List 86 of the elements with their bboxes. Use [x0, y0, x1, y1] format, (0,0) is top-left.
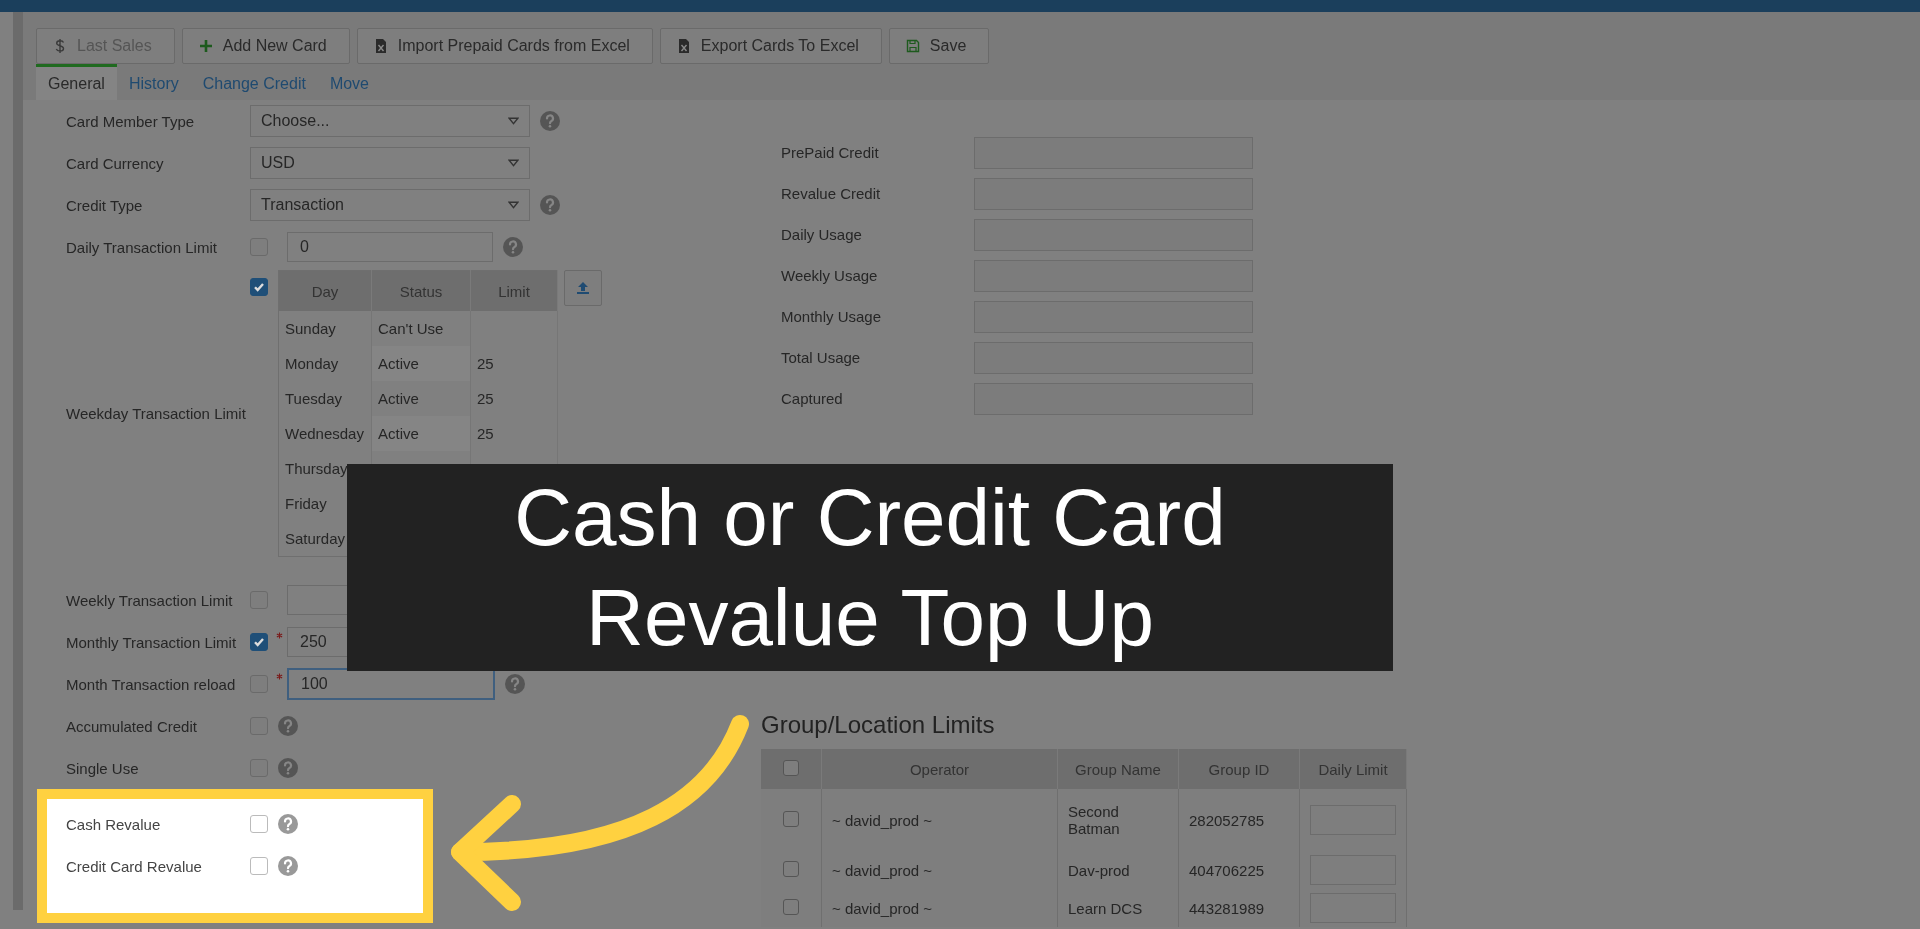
upload-button[interactable] [564, 270, 602, 306]
checkbox[interactable] [250, 278, 268, 296]
column-header: Operator [821, 749, 1058, 789]
checkbox[interactable] [250, 815, 268, 833]
field-label: Daily Transaction Limit [66, 238, 218, 256]
table-cell: ~ david_prod ~ [821, 851, 1058, 889]
spreadsheet-file-icon [676, 38, 691, 54]
table-cell: 25 [477, 355, 494, 372]
table-cell: Dav-prod [1057, 851, 1179, 889]
table-cell: Monday [278, 346, 372, 381]
caret-icon [508, 117, 519, 125]
plus-icon [198, 38, 213, 54]
table-cell: 404706225 [1178, 851, 1300, 889]
dropdown[interactable]: Choose... [250, 105, 530, 137]
tab[interactable]: History [116, 64, 191, 100]
field-label: Monthly Usage [780, 308, 883, 325]
table-cell: Active [378, 355, 419, 372]
help-icon[interactable] [505, 674, 525, 694]
field-label: PrePaid Credit [780, 144, 880, 161]
toolbar-button[interactable]: Add New Card [181, 28, 350, 64]
help-icon[interactable] [278, 758, 298, 778]
field-label: Weekly Usage [780, 267, 879, 284]
column-header: Daily Limit [1299, 749, 1407, 789]
dropdown[interactable]: USD [250, 147, 530, 179]
table-cell: 282052785 [1178, 789, 1300, 851]
table-cell: Can't Use [378, 320, 444, 337]
checkbox[interactable] [250, 857, 268, 875]
caret-icon [508, 201, 519, 209]
help-icon[interactable] [278, 856, 298, 876]
table-cell: ~ david_prod ~ [821, 889, 1058, 927]
help-icon[interactable] [540, 195, 560, 215]
help-icon[interactable] [278, 716, 298, 736]
toolbar-button[interactable]: Save [888, 28, 990, 64]
caret-icon [508, 159, 519, 167]
column-header: Limit [470, 270, 558, 311]
dropdown[interactable]: Transaction [250, 189, 530, 221]
help-icon[interactable] [540, 111, 560, 131]
help-icon[interactable] [503, 237, 523, 257]
table-cell: Wednesday [278, 416, 372, 451]
checkbox[interactable] [783, 860, 799, 877]
field-label: Single Use [66, 759, 140, 777]
column-header: Day [278, 270, 372, 311]
column-header: Group Name [1057, 749, 1179, 789]
section-title: Group/Location Limits [761, 711, 996, 739]
field-label: Weekday Transaction Limit [66, 405, 247, 422]
help-icon[interactable] [278, 814, 298, 834]
column-header: Status [371, 270, 471, 311]
toolbar-button[interactable]: Export Cards To Excel [659, 28, 882, 64]
field-label: Revalue Credit [780, 185, 882, 202]
table-cell: 25 [477, 390, 494, 407]
tab[interactable]: General [36, 64, 117, 100]
field-label: Accumulated Credit [66, 717, 198, 735]
table-cell: Learn DCS [1057, 889, 1179, 927]
table-cell: 25 [477, 425, 494, 442]
field-label: Cash Revalue [66, 815, 162, 833]
field-label: Credit Card Revalue [66, 857, 203, 875]
checkbox[interactable] [250, 633, 268, 651]
field-label: Daily Usage [780, 226, 863, 243]
spreadsheet-file-icon [373, 38, 388, 54]
checkbox[interactable] [783, 898, 799, 915]
table-cell: Second Batman [1057, 789, 1179, 851]
table-cell: Tuesday [278, 381, 372, 416]
upload-icon [575, 280, 591, 296]
input-field[interactable]: 100 [287, 668, 495, 700]
field-label: Card Currency [66, 154, 165, 172]
input-field[interactable]: 0 [287, 232, 493, 262]
field-label: Captured [780, 390, 844, 407]
field-label: Credit Type [66, 196, 144, 214]
table-cell: Sunday [278, 311, 372, 346]
field-label: Total Usage [780, 349, 862, 366]
table-cell: Active [378, 390, 419, 407]
table-cell: 443281989 [1178, 889, 1300, 927]
field-label: Weekly Transaction Limit [66, 591, 234, 609]
column-header: Group ID [1178, 749, 1300, 789]
checkbox[interactable] [783, 810, 799, 827]
caption-text: Cash or Credit Card Revalue Top Up [514, 471, 1226, 664]
field-label: Monthly Transaction Limit [66, 633, 238, 651]
tab[interactable]: Move [317, 64, 381, 100]
table-cell: Active [378, 425, 419, 442]
tab[interactable]: Change Credit [190, 64, 318, 100]
field-label: Card Member Type [66, 112, 196, 130]
field-label: Month Transaction reload [66, 675, 237, 693]
dollar-icon [53, 38, 67, 54]
toolbar-button[interactable]: Import Prepaid Cards from Excel [356, 28, 653, 64]
table-cell: ~ david_prod ~ [821, 789, 1058, 851]
checkbox[interactable] [783, 759, 799, 776]
